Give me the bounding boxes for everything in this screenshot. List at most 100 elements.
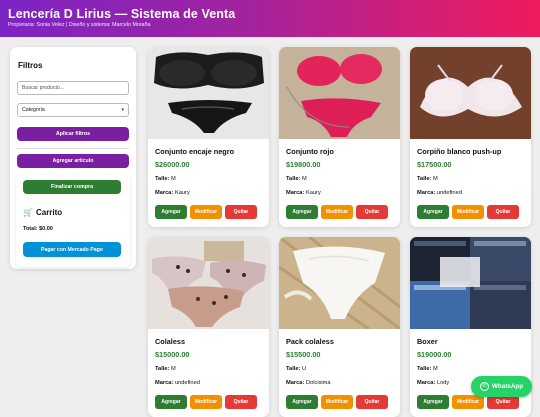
product-brand: Marca: Kaury	[155, 190, 190, 196]
product-size: Talle: M	[155, 176, 176, 182]
add-to-cart-button[interactable]: Agregar	[417, 205, 449, 219]
add-to-cart-button[interactable]: Agregar	[417, 395, 449, 409]
product-actions: Agregar Modificar Quitar	[417, 395, 519, 409]
add-to-cart-button[interactable]: Agregar	[155, 205, 187, 219]
brand-value: Kaury	[174, 190, 190, 196]
remove-button[interactable]: Quitar	[356, 395, 388, 409]
add-to-cart-button[interactable]: Agregar	[286, 205, 318, 219]
app-title: Lencería D Lirius — Sistema de Venta	[8, 7, 236, 21]
size-value: M	[433, 176, 438, 182]
modify-button[interactable]: Modificar	[190, 205, 222, 219]
brand-label: Marca:	[417, 380, 436, 386]
product-name: Pack colaless	[286, 337, 334, 346]
product-price: $19800.00	[286, 160, 321, 169]
product-price: $15500.00	[286, 350, 321, 359]
product-name: Conjunto encaje negro	[155, 147, 235, 156]
product-size: Talle: M	[417, 176, 438, 182]
search-input[interactable]	[17, 81, 129, 95]
modify-button[interactable]: Modificar	[321, 205, 353, 219]
product-name: Boxer	[417, 337, 438, 346]
product-brand: Marca: undefined	[155, 380, 200, 386]
app-header: Lencería D Lirius — Sistema de Venta Pro…	[0, 0, 540, 37]
product-actions: Agregar Modificar Quitar	[286, 205, 388, 219]
size-value: U	[302, 366, 307, 372]
product-size: Talle: M	[417, 366, 438, 372]
product-image	[410, 237, 531, 329]
brand-label: Marca:	[155, 380, 174, 386]
brand-value: Lody	[436, 380, 450, 386]
product-actions: Agregar Modificar Quitar	[286, 395, 388, 409]
product-name: Colaless	[155, 337, 186, 346]
remove-button[interactable]: Quitar	[356, 205, 388, 219]
brand-label: Marca:	[155, 190, 174, 196]
product-brand: Marca: undefined	[417, 190, 462, 196]
cart-title: 🛒 Carrito	[23, 208, 62, 217]
product-image	[410, 47, 531, 139]
remove-button[interactable]: Quitar	[225, 395, 257, 409]
brand-value: Kaury	[305, 190, 321, 196]
category-select[interactable]: Categoría ▾	[17, 103, 129, 117]
product-brand: Marca: Dolcisima	[286, 380, 331, 386]
product-price: $26000.00	[155, 160, 190, 169]
product-image	[148, 47, 269, 139]
cart-icon: 🛒	[23, 208, 33, 217]
product-actions: Agregar Modificar Quitar	[155, 395, 257, 409]
checkout-button[interactable]: Finalizar compra	[23, 180, 121, 194]
product-card: Conjunto encaje negro $26000.00 Talle: M…	[148, 47, 269, 227]
product-actions: Agregar Modificar Quitar	[155, 205, 257, 219]
brand-value: undefined	[174, 380, 200, 386]
apply-filters-button[interactable]: Aplicar filtros	[17, 127, 129, 141]
product-size: Talle: M	[155, 366, 176, 372]
pay-mercado-pago-button[interactable]: Pagar con Mercado Pago	[23, 242, 121, 257]
product-brand: Marca: Kaury	[286, 190, 321, 196]
chevron-down-icon: ▾	[121, 107, 124, 113]
product-price: $15000.00	[155, 350, 190, 359]
size-label: Talle:	[155, 366, 170, 372]
brand-label: Marca:	[417, 190, 436, 196]
remove-button[interactable]: Quitar	[225, 205, 257, 219]
product-size: Talle: M	[286, 176, 307, 182]
size-label: Talle:	[155, 176, 170, 182]
whatsapp-button[interactable]: ✆ WhatsApp	[471, 376, 532, 397]
remove-button[interactable]: Quitar	[487, 395, 519, 409]
size-label: Talle:	[286, 366, 301, 372]
brand-label: Marca:	[286, 380, 305, 386]
cart-total: Total: $0.00	[23, 226, 53, 232]
size-value: M	[171, 176, 176, 182]
modify-button[interactable]: Modificar	[190, 395, 222, 409]
size-value: M	[171, 366, 176, 372]
cart-title-label: Carrito	[35, 208, 63, 217]
modify-button[interactable]: Modificar	[321, 395, 353, 409]
modify-button[interactable]: Modificar	[452, 395, 484, 409]
remove-button[interactable]: Quitar	[487, 205, 519, 219]
whatsapp-label: WhatsApp	[491, 383, 524, 390]
product-price: $19000.00	[417, 350, 452, 359]
sidebar-divider	[17, 148, 129, 149]
brand-value: undefined	[436, 190, 462, 196]
add-to-cart-button[interactable]: Agregar	[155, 395, 187, 409]
size-value: M	[302, 176, 307, 182]
product-actions: Agregar Modificar Quitar	[417, 205, 519, 219]
product-image	[279, 47, 400, 139]
product-card: Pack colaless $15500.00 Talle: U Marca: …	[279, 237, 400, 417]
app-subtitle: Propietaria: Sonia Velez | Diseño y sist…	[8, 22, 151, 28]
brand-label: Marca:	[286, 190, 305, 196]
filters-title: Filtros	[18, 61, 43, 70]
product-name: Conjunto rojo	[286, 147, 334, 156]
size-label: Talle:	[286, 176, 301, 182]
add-article-button[interactable]: Agregar artículo	[17, 154, 129, 168]
product-name: Corpiño blanco push-up	[417, 147, 502, 156]
product-card: Corpiño blanco push-up $17500.00 Talle: …	[410, 47, 531, 227]
size-value: M	[433, 366, 438, 372]
category-select-value: Categoría	[22, 107, 45, 113]
product-brand: Marca: Lody	[417, 380, 449, 386]
size-label: Talle:	[417, 176, 432, 182]
modify-button[interactable]: Modificar	[452, 205, 484, 219]
product-card: Colaless $15000.00 Talle: M Marca: undef…	[148, 237, 269, 417]
product-image	[148, 237, 269, 329]
cart-panel: Finalizar compra 🛒 Carrito Total: $0.00 …	[16, 175, 130, 267]
whatsapp-icon: ✆	[479, 382, 489, 391]
add-to-cart-button[interactable]: Agregar	[286, 395, 318, 409]
filters-sidebar: Filtros Categoría ▾ Aplicar filtros Agre…	[10, 47, 136, 269]
brand-value: Dolcisima	[305, 380, 331, 386]
